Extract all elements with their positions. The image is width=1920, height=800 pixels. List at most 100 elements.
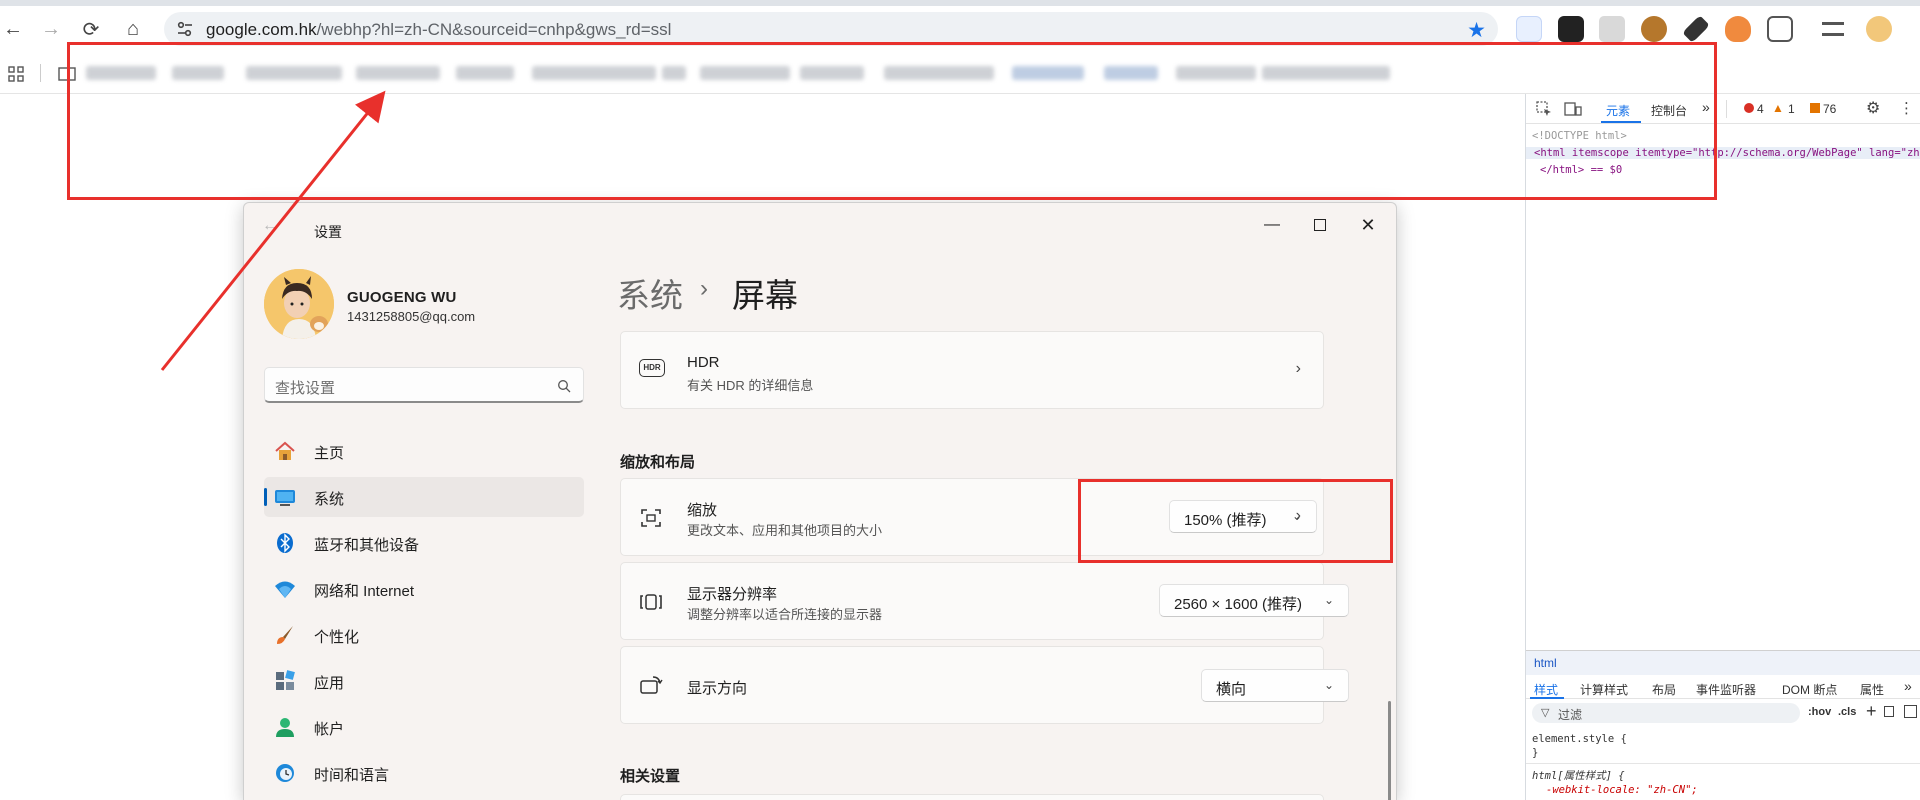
devtools-breadcrumb: html [1526, 651, 1920, 675]
active-subtab-indicator [1530, 697, 1564, 699]
subtab-layout[interactable]: 布局 [1652, 681, 1676, 698]
forward-icon[interactable]: → [38, 16, 64, 42]
search-icon[interactable] [557, 379, 571, 393]
scale-subtitle: 更改文本、应用和其他项目的大小 [687, 523, 883, 538]
system-icon [275, 490, 295, 506]
issues-icon [1810, 103, 1820, 113]
account-icon [276, 718, 294, 737]
nav-item-personalization[interactable]: 个性化 [264, 615, 584, 655]
resolution-subtitle: 调整分辨率以适合所连接的显示器 [687, 607, 883, 622]
hdr-subtitle: 有关 HDR 的详细信息 [687, 378, 814, 393]
back-arrow-icon[interactable]: ← [262, 217, 278, 235]
extensions-puzzle-icon[interactable] [1767, 16, 1793, 42]
orientation-dropdown-value: 横向 [1216, 681, 1247, 698]
nav-item-network[interactable]: 网络和 Internet [264, 569, 584, 609]
maximize-icon[interactable] [1300, 211, 1340, 239]
element-style-rule[interactable]: element.style { [1532, 733, 1627, 745]
eyedropper-extension-icon[interactable] [1682, 15, 1710, 43]
hdr-icon: HDR [639, 359, 665, 377]
new-rule-icon[interactable]: + [1866, 701, 1877, 722]
annotation-box-scale [1078, 479, 1393, 563]
subtab-styles[interactable]: 样式 [1534, 681, 1558, 698]
nav-item-home[interactable]: 主页 [264, 431, 584, 471]
hov-toggle[interactable]: :hov [1808, 706, 1831, 718]
nav-item-apps[interactable]: 应用 [264, 661, 584, 701]
chevron-down-icon: ⌄ [1323, 593, 1334, 607]
back-icon[interactable]: ← [0, 16, 26, 42]
reload-icon[interactable]: ⟳ [78, 16, 104, 42]
subtab-computed[interactable]: 计算样式 [1580, 681, 1628, 698]
nav-label: 主页 [314, 445, 345, 462]
nav-label: 时间和语言 [314, 767, 390, 784]
nav-label: 网络和 Internet [314, 583, 415, 600]
avatar[interactable] [264, 269, 334, 339]
address-bar[interactable]: google.com.hk/webhp?hl=zh-CN&sourceid=cn… [164, 12, 1498, 46]
sidebar-toggle-icon[interactable] [1904, 705, 1917, 718]
nav-item-bluetooth[interactable]: 蓝牙和其他设备 [264, 523, 584, 563]
orientation-icon [640, 676, 663, 694]
warning-count[interactable]: 1 [1788, 102, 1795, 116]
resolution-title: 显示器分辨率 [687, 586, 778, 603]
nav-item-time-language[interactable]: 时间和语言 [264, 753, 584, 793]
settings-search-input[interactable]: 查找设置 [264, 367, 584, 403]
chevron-right-icon: › [1295, 360, 1301, 377]
more-subtabs-icon[interactable]: » [1904, 678, 1912, 694]
breadcrumb-html[interactable]: html [1534, 656, 1557, 670]
nav-label: 应用 [314, 675, 345, 692]
scrollbar-thumb[interactable] [1388, 701, 1391, 800]
resolution-dropdown[interactable]: 2560 × 1600 (推荐) ⌄ [1159, 584, 1349, 617]
orientation-dropdown[interactable]: 横向 ⌄ [1201, 669, 1349, 702]
scale-title: 缩放 [687, 502, 718, 519]
resolution-card[interactable]: 显示器分辨率 调整分辨率以适合所连接的显示器 2560 × 1600 (推荐) … [620, 562, 1349, 640]
orientation-card[interactable]: 显示方向 横向 ⌄ [620, 646, 1349, 724]
reading-list-icon[interactable] [1822, 22, 1844, 36]
minimize-icon[interactable]: — [1252, 211, 1292, 239]
bluetooth-icon [277, 533, 293, 553]
profile-avatar-icon[interactable] [1866, 16, 1892, 42]
cls-toggle[interactable]: .cls [1838, 706, 1856, 718]
wifi-icon [275, 581, 295, 598]
camera-extension-icon[interactable] [1599, 16, 1625, 42]
breadcrumb-parent[interactable]: 系统 [617, 269, 683, 317]
incognito-extension-icon[interactable] [1558, 16, 1584, 42]
gear-icon[interactable]: ⚙ [1866, 98, 1880, 118]
issues-count[interactable]: 76 [1823, 102, 1836, 116]
html-attr-style-rule[interactable]: html[属性样式] { [1532, 768, 1625, 783]
error-count[interactable]: 4 [1757, 102, 1764, 116]
subtab-properties[interactable]: 属性 [1860, 681, 1884, 698]
window-title: 设置 [314, 224, 342, 240]
nav-item-accounts[interactable]: 帐户 [264, 707, 584, 747]
filter-icon: ▽ [1541, 707, 1550, 719]
search-placeholder: 查找设置 [275, 380, 336, 397]
nav-label: 蓝牙和其他设备 [314, 537, 420, 554]
home-icon[interactable]: ⌂ [120, 16, 146, 42]
error-icon [1744, 103, 1754, 113]
locale-property[interactable]: -webkit-locale: "zh-CN"; [1546, 784, 1698, 796]
cookie-extension-icon[interactable] [1641, 16, 1667, 42]
breadcrumb-separator: › [700, 275, 708, 302]
subtab-dom-breakpoints[interactable]: DOM 断点 [1782, 681, 1837, 698]
bookmark-star-icon[interactable]: ★ [1467, 18, 1486, 43]
url-text: google.com.hk/webhp?hl=zh-CN&sourceid=cn… [206, 20, 671, 40]
paint-icon[interactable] [1884, 706, 1894, 717]
avatar-illustration [264, 269, 334, 339]
apps-grid-icon[interactable] [8, 66, 24, 82]
nav-item-system[interactable]: 系统 [264, 477, 584, 517]
kebab-menu-icon[interactable]: ⋮ [1899, 99, 1914, 117]
user-name: GUOGENG WU [347, 289, 457, 306]
site-settings-icon[interactable] [176, 20, 194, 38]
rule-close: } [1532, 747, 1539, 759]
page-title: 屏幕 [732, 277, 798, 314]
nav-label: 个性化 [314, 629, 360, 646]
url-host: google.com.hk [206, 20, 317, 39]
subtab-event-listeners[interactable]: 事件监听器 [1696, 681, 1756, 698]
styles-subtabs: 样式 计算样式 布局 事件监听器 DOM 断点 属性 » [1526, 675, 1920, 699]
character-extension-icon[interactable] [1725, 16, 1751, 42]
related-card[interactable] [620, 794, 1324, 800]
styles-filter-input[interactable]: ▽ 过滤 [1532, 703, 1800, 723]
styles-pane: html 样式 计算样式 布局 事件监听器 DOM 断点 属性 » ▽ 过滤 :… [1526, 650, 1920, 800]
translate-extension-icon[interactable] [1516, 16, 1542, 42]
hdr-card[interactable]: HDR HDR 有关 HDR 的详细信息 › [620, 331, 1324, 409]
selected-nav-indicator [264, 488, 267, 506]
close-icon[interactable]: ✕ [1348, 211, 1388, 239]
